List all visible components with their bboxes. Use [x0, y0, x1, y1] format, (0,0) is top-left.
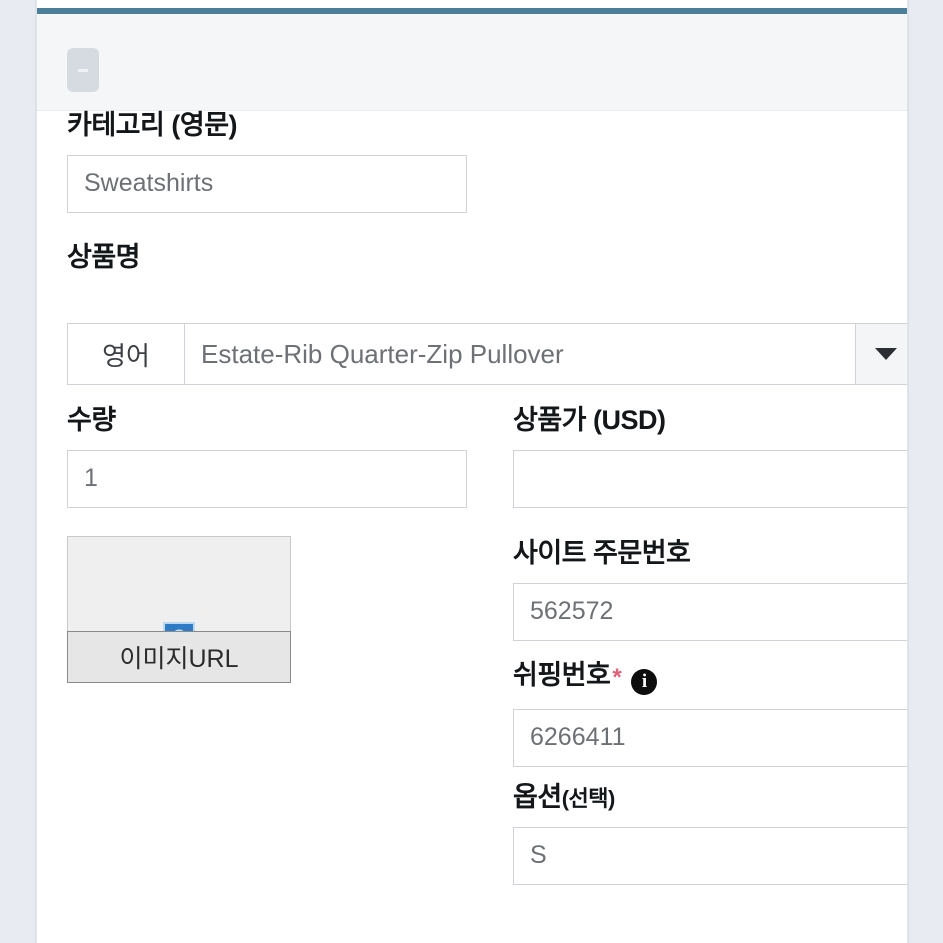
field-price: 상품가 (USD)	[513, 405, 907, 508]
chevron-down-icon	[875, 348, 897, 360]
minus-icon	[78, 68, 88, 72]
price-input[interactable]	[513, 449, 907, 508]
field-product-name: 상품명	[67, 241, 467, 273]
card-header	[37, 14, 907, 111]
field-category: 카테고리 (영문)	[67, 110, 467, 213]
product-name-input-group: 영어	[67, 323, 907, 385]
site-order-number-input[interactable]	[513, 582, 907, 641]
field-option: 옵션(선택)	[513, 782, 907, 885]
category-input[interactable]	[67, 154, 467, 213]
quantity-input[interactable]	[67, 449, 467, 508]
form-body: 카테고리 (영문) 상품명 영어	[37, 110, 907, 943]
shipping-number-label-wrap: 쉬핑번호* i	[513, 660, 907, 695]
field-shipping-number: 쉬핑번호* i	[513, 660, 907, 767]
field-site-order-number: 사이트 주문번호	[513, 538, 907, 641]
image-url-block: ? 이미지URL	[67, 536, 291, 683]
product-name-language-prefix[interactable]: 영어	[67, 323, 184, 385]
shipping-number-label: 쉬핑번호	[513, 660, 611, 690]
info-icon[interactable]: i	[631, 668, 658, 695]
product-name-dropdown-button[interactable]	[855, 323, 907, 385]
required-marker: *	[612, 664, 622, 691]
collapse-toggle-button[interactable]	[67, 48, 99, 92]
option-label-wrap: 옵션(선택)	[513, 782, 907, 813]
category-label: 카테고리 (영문)	[67, 110, 238, 140]
field-quantity: 수량	[67, 405, 467, 508]
product-name-input[interactable]	[184, 323, 855, 385]
product-image-placeholder[interactable]: ?	[67, 536, 291, 654]
shipping-number-input[interactable]	[513, 708, 907, 767]
form-column-left: 카테고리 (영문) 상품명	[67, 110, 467, 273]
product-name-row: 영어	[67, 323, 907, 385]
quantity-label: 수량	[67, 405, 116, 435]
image-url-button[interactable]: 이미지URL	[67, 631, 291, 683]
site-order-number-label: 사이트 주문번호	[513, 538, 691, 568]
app-root: 카테고리 (영문) 상품명 영어	[0, 0, 943, 943]
option-input[interactable]	[513, 826, 907, 885]
price-label: 상품가 (USD)	[513, 405, 666, 435]
product-name-label: 상품명	[67, 241, 141, 272]
option-label-sub: (선택)	[561, 786, 616, 811]
option-label: 옵션	[513, 782, 562, 812]
order-form-card: 카테고리 (영문) 상품명 영어	[36, 0, 908, 943]
